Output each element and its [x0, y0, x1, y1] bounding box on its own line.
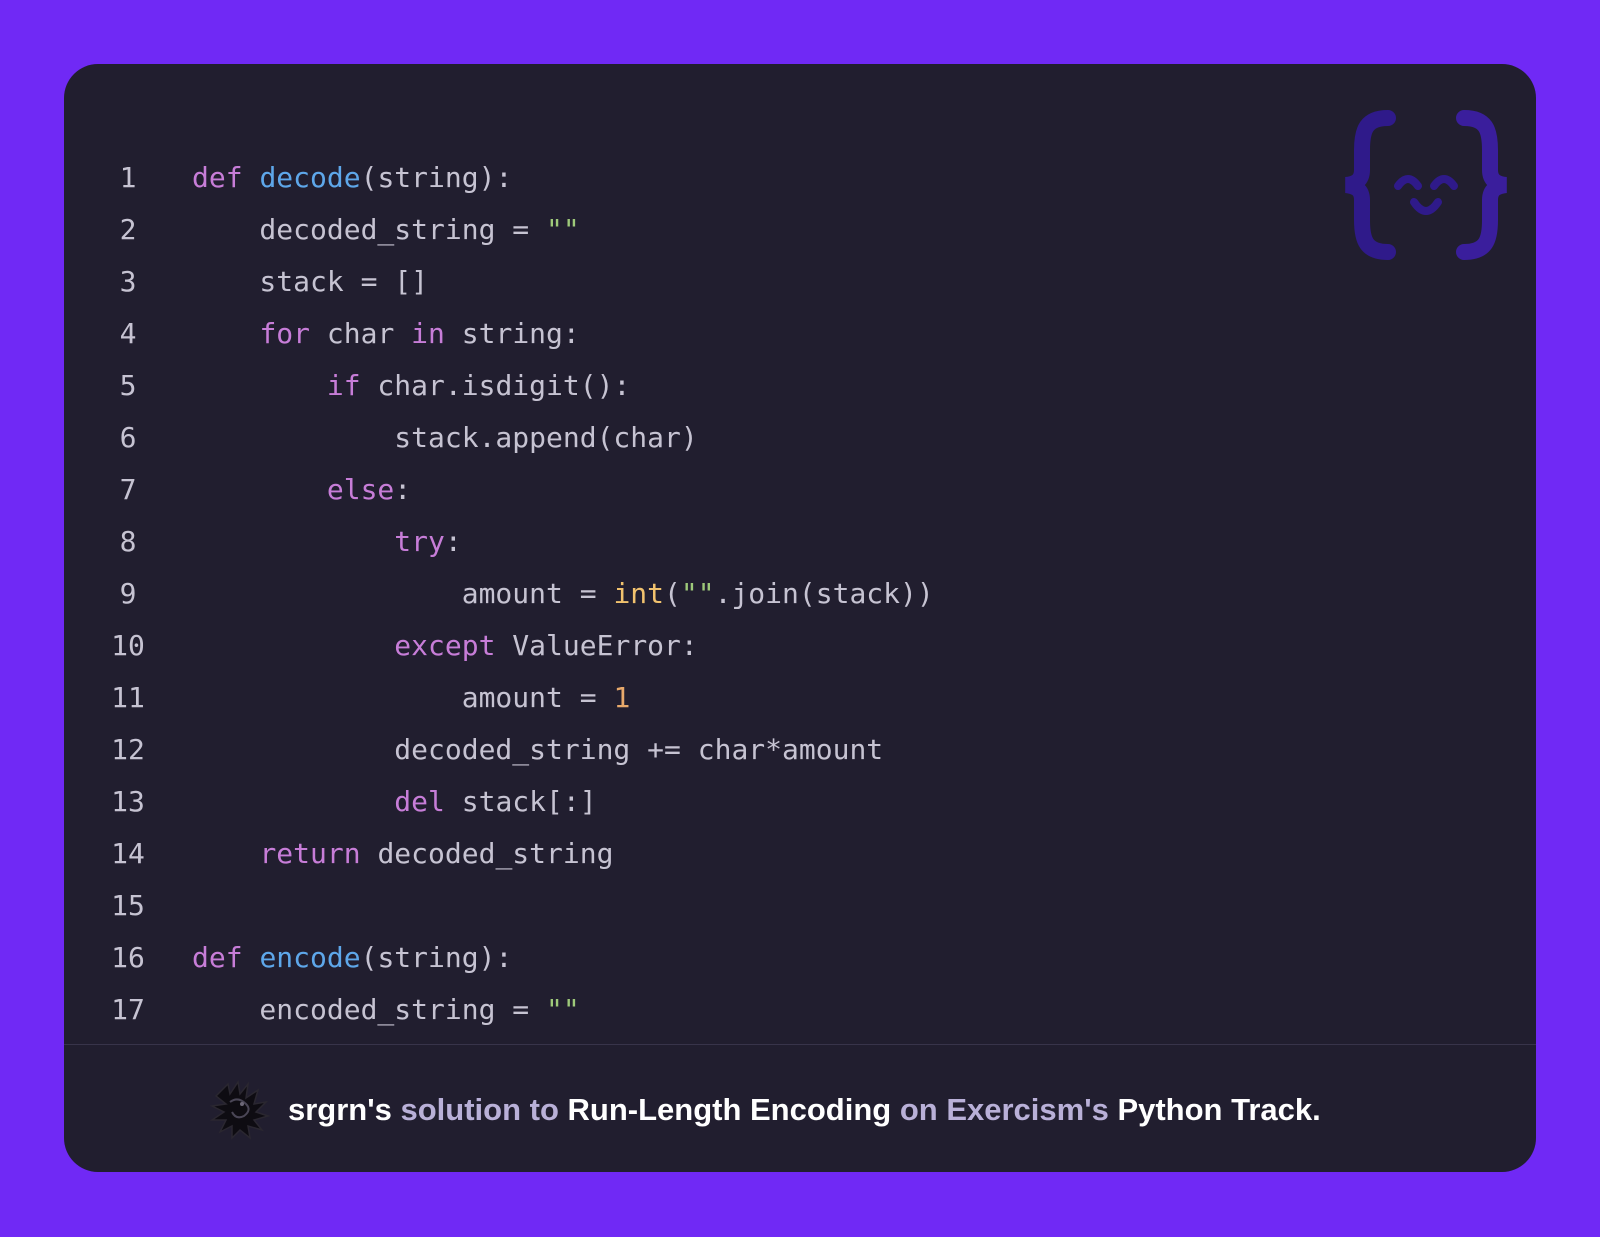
footer: srgrn's solution to Run-Length Encoding …: [64, 1045, 1536, 1172]
code-token-keyword: del: [394, 785, 445, 818]
code-token-function: decode: [259, 161, 361, 194]
code-token-plain: stack.append(char): [192, 421, 698, 454]
exercise-name: Run-Length Encoding: [567, 1091, 892, 1127]
line-code: decoded_string += char*amount: [192, 724, 883, 776]
line-number: 5: [119, 369, 137, 402]
code-token-plain: (string):: [360, 941, 513, 974]
line-number: 13: [111, 785, 145, 818]
line-code: amount = 1: [192, 672, 631, 724]
code-token-string: "": [546, 213, 580, 246]
code-token-plain: (string):: [360, 161, 513, 194]
code-token-plain: :: [394, 473, 412, 506]
line-number: 4: [119, 317, 137, 350]
line-number: 12: [111, 733, 145, 766]
line-code: def decode(string):: [192, 152, 512, 204]
line-number: 15: [111, 889, 145, 922]
line-number: 7: [119, 473, 137, 506]
line-code: return decoded_string: [192, 828, 613, 880]
line-number: 17: [111, 993, 145, 1026]
line-number: 3: [119, 265, 137, 298]
line-code: def encode(string):: [192, 932, 512, 984]
line-number: 1: [119, 161, 137, 194]
code-token-plain: :: [444, 525, 462, 558]
code-token-keyword: try: [394, 525, 445, 558]
line-number: 8: [119, 525, 137, 558]
line-number: 6: [119, 421, 137, 454]
code-token-plain: .join(stack)): [714, 577, 934, 610]
line-code: decoded_string = "": [192, 204, 580, 256]
line-number: 16: [111, 941, 145, 974]
code-token-plain: ValueError:: [495, 629, 698, 662]
code-line: 14 return decoded_string: [64, 837, 1536, 904]
line-code: else:: [192, 464, 411, 516]
on-text: on: [891, 1091, 947, 1127]
code-token-plain: stack[:]: [444, 785, 597, 818]
track-name: Python Track.: [1108, 1091, 1321, 1127]
code-token-plain: decoded_string: [360, 837, 614, 870]
code-token-keyword: def: [192, 161, 243, 194]
line-number: 9: [119, 577, 137, 610]
code-token-keyword: for: [259, 317, 311, 350]
code-card: 1 def decode(string): 2 decoded_string = "…: [64, 64, 1536, 1172]
code-token-number: 1: [613, 681, 631, 714]
solution-text: solution to: [391, 1091, 568, 1127]
code-token-plain: (: [664, 577, 681, 610]
code-block: 1 def decode(string): 2 decoded_string = "…: [64, 161, 1536, 1060]
line-number: 14: [111, 837, 145, 870]
code-token-string: "": [680, 577, 715, 610]
line-code: try:: [192, 516, 462, 568]
code-token-keyword: except: [394, 629, 496, 662]
code-token-plain: char: [310, 317, 412, 350]
code-token-keyword: in: [411, 317, 445, 350]
code-token-plain: decoded_string += char*amount: [192, 733, 884, 766]
attribution-text: srgrn's solution to Run-Length Encoding …: [288, 1094, 1321, 1125]
code-token-plain: amount =: [192, 681, 614, 714]
dragon-avatar-icon: [209, 1080, 271, 1140]
line-code: amount = int("".join(stack)): [192, 568, 934, 620]
code-token-plain: amount =: [192, 577, 614, 610]
site-name: Exercism's: [946, 1091, 1109, 1127]
code-token-string: "": [546, 993, 580, 1026]
line-code: encoded_string = "": [192, 984, 580, 1036]
code-token-function: encode: [259, 941, 361, 974]
line-number: 10: [111, 629, 145, 662]
attribution: srgrn's solution to Run-Length Encoding …: [208, 1076, 1321, 1142]
line-code: del stack[:]: [192, 776, 597, 828]
line-code: stack = []: [192, 256, 428, 308]
code-token-keyword: if: [326, 369, 361, 402]
code-token-plain: encoded_string =: [192, 993, 547, 1026]
line-code: if char.isdigit():: [192, 360, 630, 412]
code-token-plain: decoded_string =: [192, 213, 547, 246]
code-token-builtin: int: [613, 577, 665, 610]
code-token-plain: stack = []: [192, 265, 429, 298]
code-token-plain: string:: [444, 317, 580, 350]
line-code: for char in string:: [192, 308, 580, 360]
username: srgrn's: [288, 1091, 392, 1127]
line-code: stack.append(char): [192, 412, 698, 464]
line-code: except ValueError:: [192, 620, 698, 672]
line-number: 11: [111, 681, 145, 714]
code-token-keyword: def: [192, 941, 243, 974]
line-number: 2: [119, 213, 137, 246]
code-token-keyword: return: [259, 837, 361, 870]
exercism-face-icon: [1344, 110, 1508, 260]
code-token-plain: char.isdigit():: [360, 369, 631, 402]
code-token-keyword: else: [326, 473, 395, 506]
